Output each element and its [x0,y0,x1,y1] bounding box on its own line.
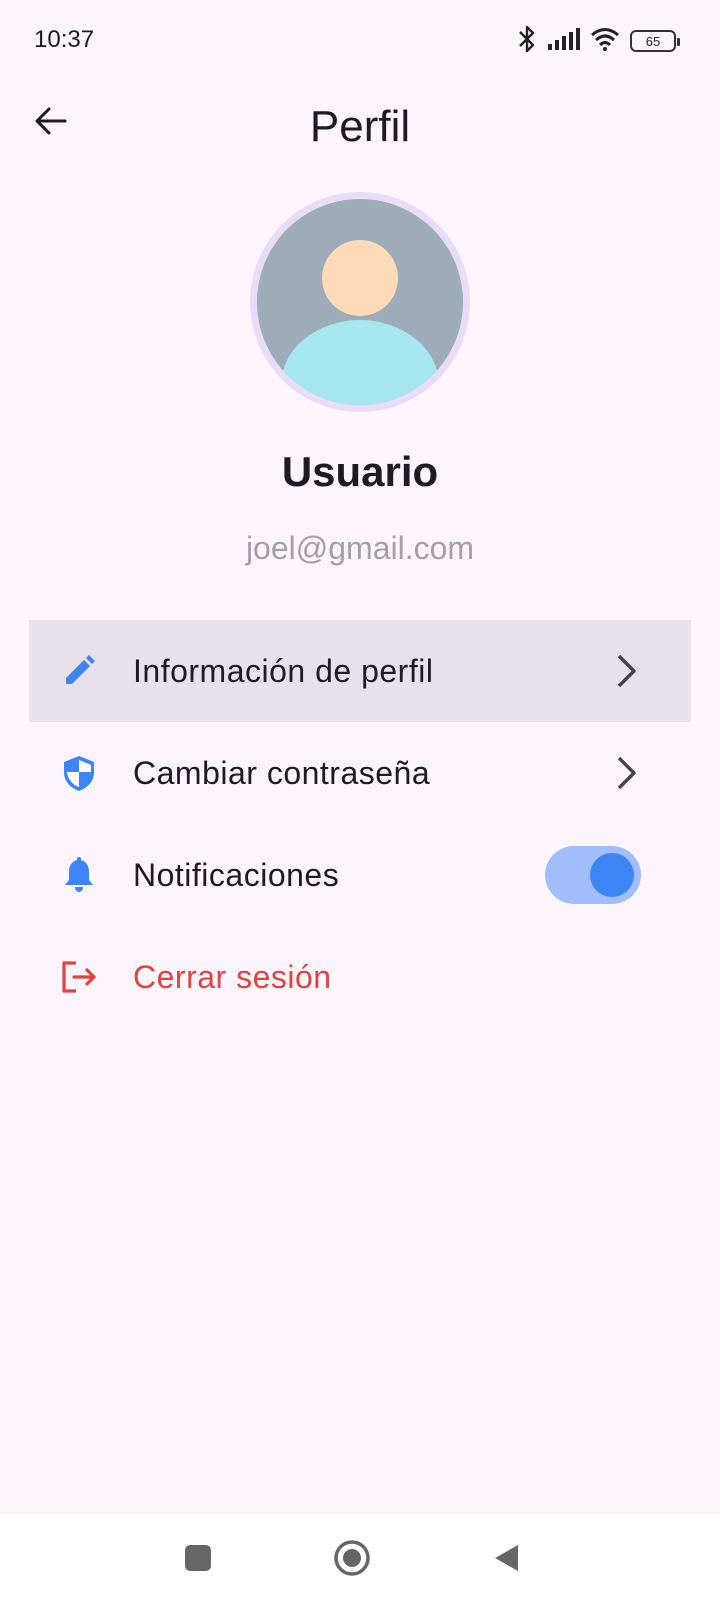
menu-item-label: Cerrar sesión [133,958,332,995]
status-icons: 65 [516,25,680,58]
menu-item-label: Notificaciones [133,856,340,893]
avatar-body [281,320,439,405]
toggle-knob [590,853,634,897]
logout-icon [59,957,99,997]
menu-item-logout[interactable]: Cerrar sesión [29,926,691,1028]
home-icon[interactable] [330,1536,374,1580]
recents-icon[interactable] [176,1536,220,1580]
signal-icon [548,27,580,55]
menu-item-notifications[interactable]: Notificaciones [29,824,691,926]
avatar[interactable] [250,192,470,412]
menu-item-label: Cambiar contraseña [133,754,431,791]
bell-icon [59,855,99,895]
page-title: Perfil [309,102,411,151]
back-triangle-icon[interactable] [484,1536,528,1580]
status-time: 10:37 [34,26,95,53]
battery-level: 65 [645,33,661,49]
avatar-head [322,240,398,316]
wifi-icon [590,27,620,56]
bluetooth-icon [516,25,538,58]
user-name: Usuario [281,448,439,495]
battery-icon: 65 [630,30,680,52]
chevron-right-icon [611,753,641,793]
shield-icon [59,753,99,793]
notifications-toggle[interactable] [545,846,641,904]
avatar-image [257,199,463,405]
status-bar: 10:37 65 [0,0,720,80]
menu-item-profile-info[interactable]: Información de perfil [29,620,691,722]
app-bar: Perfil [0,80,720,176]
menu-item-label: Información de perfil [133,652,434,689]
profile-menu: Información de perfil Cambiar contraseña… [29,620,691,1028]
system-nav-bar [0,1514,720,1600]
pencil-icon [59,651,99,691]
menu-item-change-password[interactable]: Cambiar contraseña [29,722,691,824]
user-email: joel@gmail.com [245,530,475,566]
chevron-right-icon [611,651,641,691]
